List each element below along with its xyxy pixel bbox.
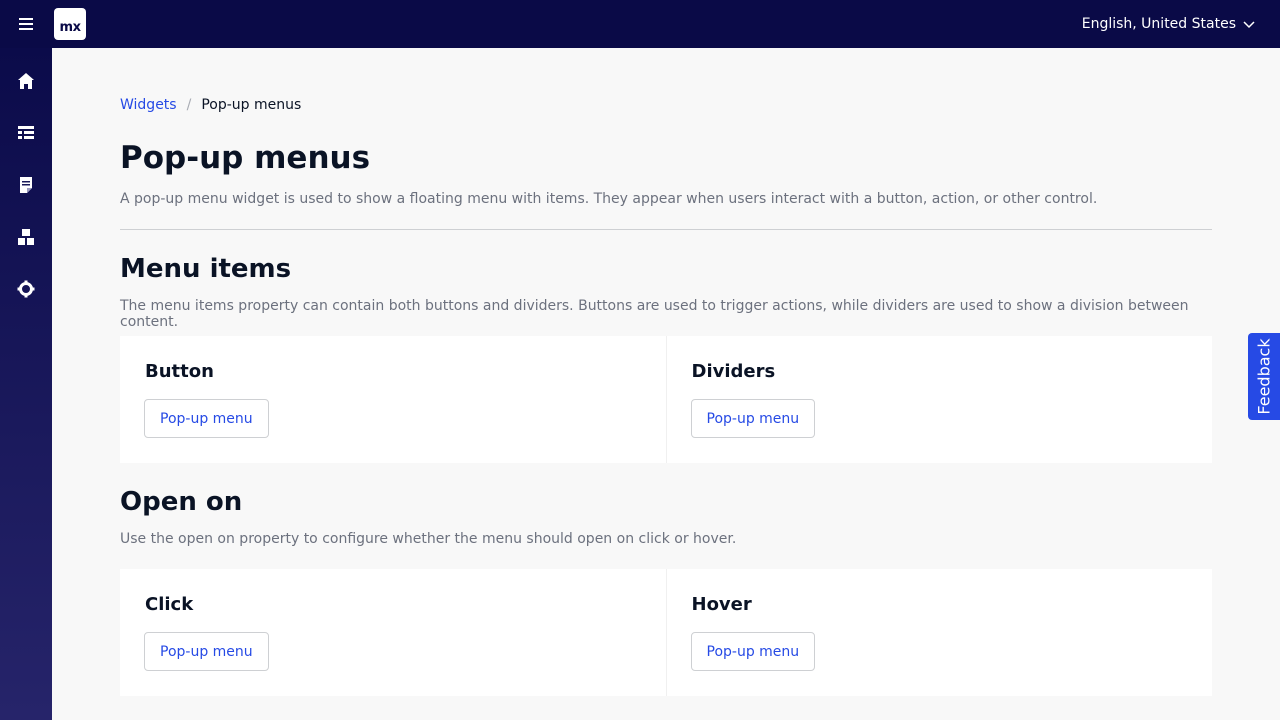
breadcrumb-separator: / bbox=[186, 97, 192, 113]
sidebar-item-documents[interactable] bbox=[0, 165, 52, 205]
sidebar-item-settings[interactable] bbox=[0, 269, 52, 309]
sidebar-item-widgets[interactable] bbox=[0, 217, 52, 257]
sidebar bbox=[0, 48, 52, 720]
section-description-open-on: Use the open on property to configure wh… bbox=[120, 531, 737, 547]
top-bar: mx English, United States bbox=[0, 0, 1280, 48]
feedback-tab[interactable]: Feedback bbox=[1248, 333, 1280, 420]
popup-menu-button[interactable]: Pop-up menu bbox=[690, 399, 816, 438]
breadcrumb-current: Pop-up menus bbox=[201, 97, 302, 113]
sidebar-item-tables[interactable] bbox=[0, 113, 52, 153]
language-selector[interactable]: English, United States bbox=[1082, 0, 1256, 48]
gear-icon bbox=[17, 280, 35, 298]
divider bbox=[120, 229, 1212, 230]
card-hover: Hover Pop-up menu bbox=[665, 569, 1213, 696]
page-title: Pop-up menus bbox=[120, 140, 371, 176]
app-logo[interactable]: mx bbox=[54, 8, 86, 40]
card-title: Click bbox=[145, 594, 194, 615]
document-icon bbox=[20, 177, 32, 193]
breadcrumb: Widgets / Pop-up menus bbox=[120, 97, 301, 113]
section-title-open-on: Open on bbox=[120, 487, 243, 517]
home-icon bbox=[18, 73, 34, 89]
table-icon bbox=[18, 126, 34, 139]
popup-menu-button[interactable]: Pop-up menu bbox=[144, 632, 269, 671]
card-title: Dividers bbox=[691, 361, 776, 382]
card-title: Button bbox=[145, 361, 214, 382]
widgets-icon bbox=[18, 229, 34, 245]
hamburger-icon[interactable] bbox=[0, 0, 52, 48]
chevron-down-icon bbox=[1243, 21, 1255, 29]
breadcrumb-link-widgets[interactable]: Widgets bbox=[120, 97, 177, 113]
card-row-menu-items: Button Pop-up menu Dividers Pop-up menu bbox=[120, 336, 1212, 463]
sidebar-item-home[interactable] bbox=[0, 61, 52, 101]
card-dividers: Dividers Pop-up menu bbox=[665, 336, 1213, 463]
section-title-menu-items: Menu items bbox=[120, 254, 292, 284]
feedback-label: Feedback bbox=[1254, 338, 1274, 415]
card-row-open-on: Click Pop-up menu Hover Pop-up menu bbox=[120, 569, 1212, 696]
main-content: Widgets / Pop-up menus Pop-up menus A po… bbox=[52, 48, 1280, 720]
popup-menu-button[interactable]: Pop-up menu bbox=[144, 399, 269, 438]
card-button: Button Pop-up menu bbox=[120, 336, 666, 463]
card-title: Hover bbox=[691, 594, 752, 615]
section-description-menu-items: The menu items property can contain both… bbox=[120, 298, 1189, 330]
page-lead: A pop-up menu widget is used to show a f… bbox=[120, 191, 1098, 207]
language-label: English, United States bbox=[1081, 16, 1236, 32]
popup-menu-button[interactable]: Pop-up menu bbox=[690, 632, 816, 671]
card-click: Click Pop-up menu bbox=[120, 569, 666, 696]
